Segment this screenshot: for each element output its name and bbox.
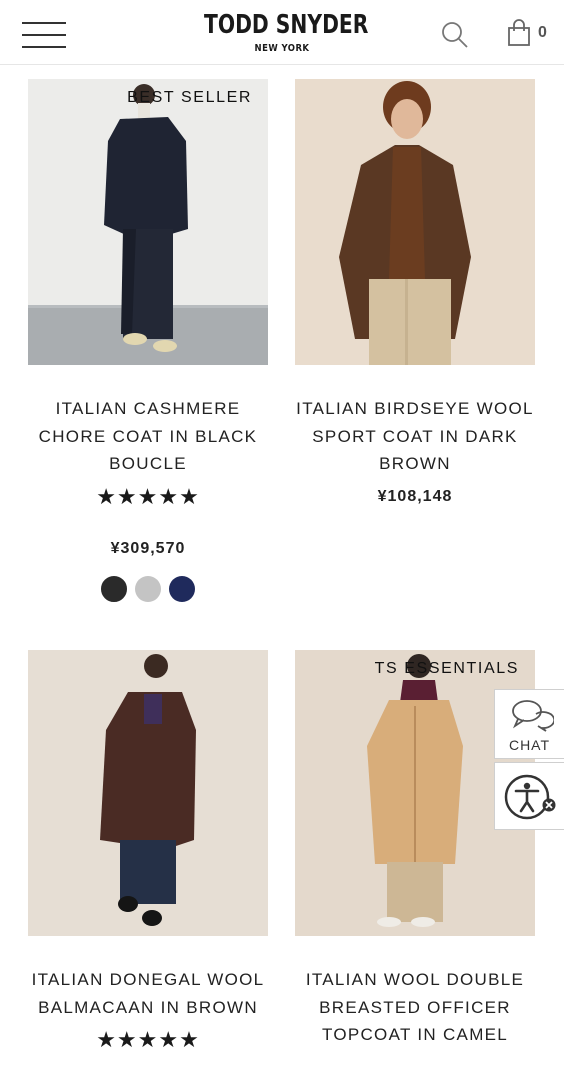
product-name[interactable]: ITALIAN CASHMERE CHORE COAT IN BLACK BOU…	[28, 395, 268, 478]
rating-stars: ★★★★★	[96, 483, 200, 509]
swatch-navy[interactable]	[169, 575, 195, 602]
product-name[interactable]: ITALIAN BIRDSEYE WOOL SPORT COAT IN DARK…	[295, 395, 535, 478]
shopping-bag-icon	[508, 19, 530, 46]
product-image[interactable]	[28, 650, 268, 936]
menu-icon[interactable]	[22, 22, 66, 50]
swatch-grey[interactable]	[135, 575, 161, 602]
cart-button[interactable]: 0	[506, 18, 556, 52]
product-badge: TS ESSENTIALS	[374, 660, 519, 677]
brand-logo[interactable]: TODD SNYDER NEW YORK	[182, 10, 382, 54]
product-image[interactable]: BEST SELLER	[28, 79, 268, 365]
search-icon[interactable]	[440, 20, 470, 50]
brand-subtitle: NEW YORK	[254, 43, 310, 54]
rating-stars: ★★★★★	[96, 1027, 200, 1052]
chat-label: CHAT	[508, 737, 551, 753]
accessibility-icon	[504, 774, 556, 820]
product-name[interactable]: ITALIAN DONEGAL WOOL BALMACAAN IN BROWN	[28, 966, 268, 1021]
brand-name: TODD SNYDER	[204, 10, 369, 40]
product-price: ¥309,570	[110, 539, 186, 557]
swatch-black[interactable]	[101, 575, 127, 602]
product-card[interactable]: ITALIAN DONEGAL WOOL BALMACAAN IN BROWN …	[28, 650, 268, 1053]
chat-button[interactable]: CHAT	[494, 689, 564, 759]
model-photo	[100, 654, 196, 926]
product-price: ¥108,148	[377, 487, 453, 505]
color-swatches	[28, 575, 268, 602]
product-image[interactable]	[295, 79, 535, 365]
product-name[interactable]: ITALIAN WOOL DOUBLE BREASTED OFFICER TOP…	[295, 966, 535, 1049]
model-photo	[28, 84, 268, 365]
site-header: TODD SNYDER NEW YORK 0	[0, 0, 564, 65]
chat-bubbles-icon	[511, 700, 555, 732]
product-card[interactable]: ITALIAN BIRDSEYE WOOL SPORT COAT IN DARK…	[295, 79, 535, 506]
product-card[interactable]: BEST SELLER ITALIAN CASHMERE CHORE COAT …	[28, 79, 268, 602]
accessibility-button[interactable]	[494, 762, 564, 830]
product-listing-page: TODD SNYDER NEW YORK 0 BEST SELLER ITALI…	[0, 0, 564, 1080]
model-photo	[339, 81, 471, 365]
product-badge: BEST SELLER	[127, 89, 252, 106]
cart-count: 0	[538, 24, 547, 41]
